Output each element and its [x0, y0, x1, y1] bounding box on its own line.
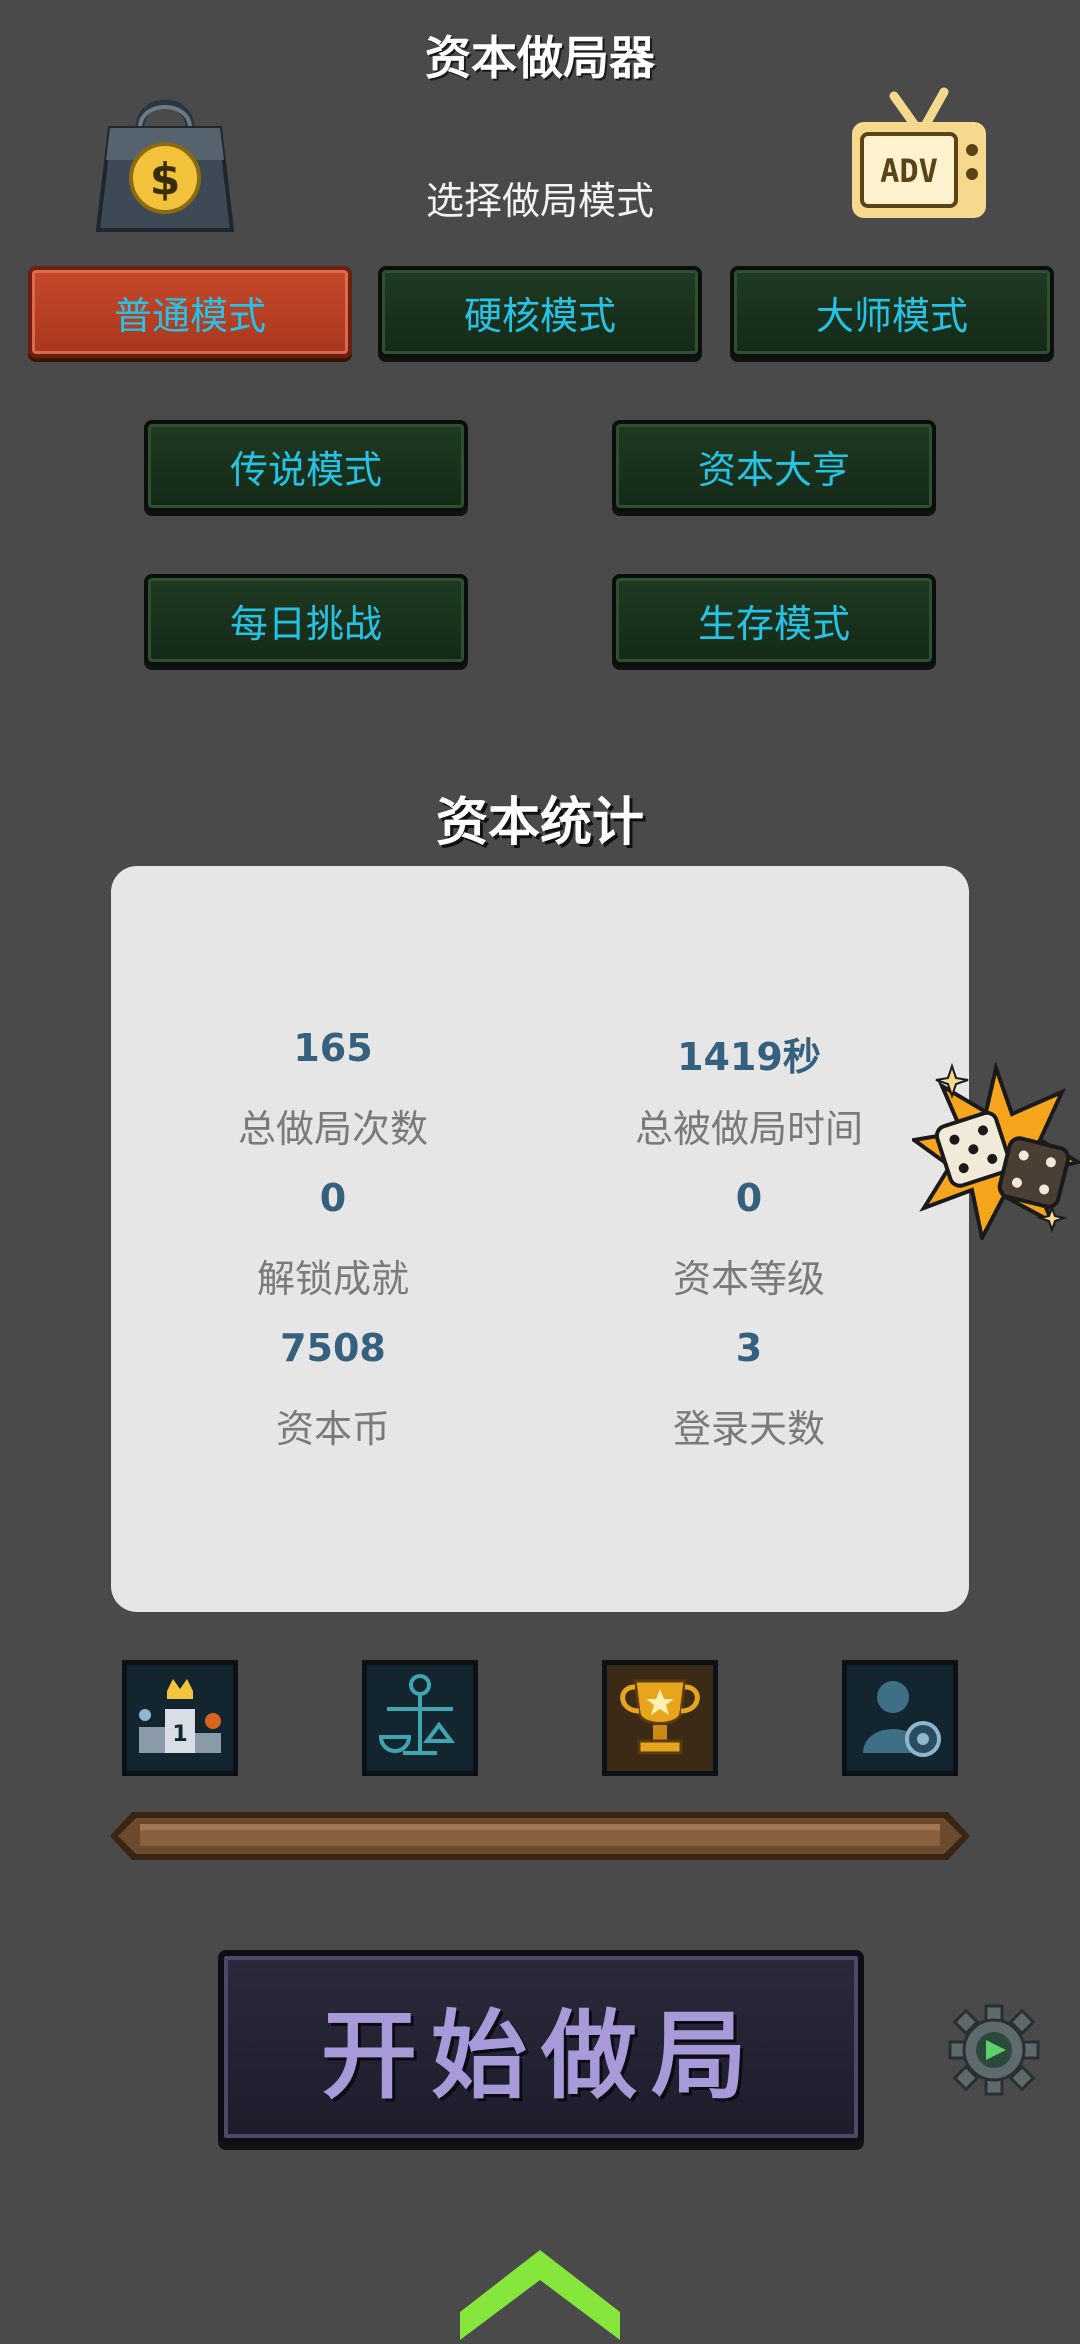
balance-scale-icon[interactable]: [362, 1660, 478, 1776]
stat-value: 0: [735, 1176, 763, 1220]
stat-label: 资本币: [275, 1407, 390, 1451]
mode-label: 大师模式: [815, 293, 968, 338]
stat-value: 165: [293, 1026, 373, 1070]
stat-value: 3: [735, 1326, 763, 1370]
svg-text:1: 1: [172, 1722, 187, 1747]
stat-label: 资本等级: [672, 1257, 825, 1301]
mode-label: 硬核模式: [463, 293, 616, 338]
stats-card: 165 总做局次数 1419秒 总被做局时间 0 解锁成就 0 资本等级 750…: [111, 866, 969, 1612]
mode-label: 每日挑战: [229, 601, 382, 646]
stats-title: 资本统计: [435, 793, 644, 853]
stat-label: 登录天数: [672, 1407, 825, 1451]
mode-label: 传说模式: [229, 447, 382, 492]
mode-label: 普通模式: [113, 293, 266, 338]
leaderboard-icon[interactable]: 1: [122, 1660, 238, 1776]
stat-label: 总做局次数: [237, 1107, 428, 1151]
chevron-up-icon[interactable]: [460, 2250, 620, 2340]
start-game-button[interactable]: 开始做局: [218, 1950, 864, 2144]
mode-button-hardcore[interactable]: 硬核模式: [378, 266, 702, 358]
gear-play-icon[interactable]: [946, 2002, 1042, 2098]
dice-burst-icon[interactable]: [908, 1060, 1080, 1244]
mode-button-tycoon[interactable]: 资本大亨: [612, 420, 936, 512]
trophy-icon[interactable]: [602, 1660, 718, 1776]
app-title: 资本做局器: [425, 31, 655, 85]
mode-label: 资本大亨: [697, 447, 850, 492]
mode-button-normal[interactable]: 普通模式: [28, 266, 352, 358]
mode-button-survival[interactable]: 生存模式: [612, 574, 936, 666]
stat-value: 0: [319, 1176, 347, 1220]
progress-bar-decoration: [110, 1810, 970, 1862]
stat-value: 1419秒: [677, 1035, 821, 1079]
stat-label: 总被做局时间: [634, 1107, 863, 1151]
start-game-label: 开始做局: [321, 1998, 761, 2112]
stat-value: 7508: [280, 1326, 386, 1370]
stat-label: 解锁成就: [256, 1257, 409, 1301]
mode-button-master[interactable]: 大师模式: [730, 266, 1054, 358]
mode-label: 生存模式: [697, 601, 850, 646]
mode-button-daily-challenge[interactable]: 每日挑战: [144, 574, 468, 666]
mode-button-legend[interactable]: 传说模式: [144, 420, 468, 512]
profile-settings-icon[interactable]: [842, 1660, 958, 1776]
mode-subtitle: 选择做局模式: [425, 179, 654, 223]
